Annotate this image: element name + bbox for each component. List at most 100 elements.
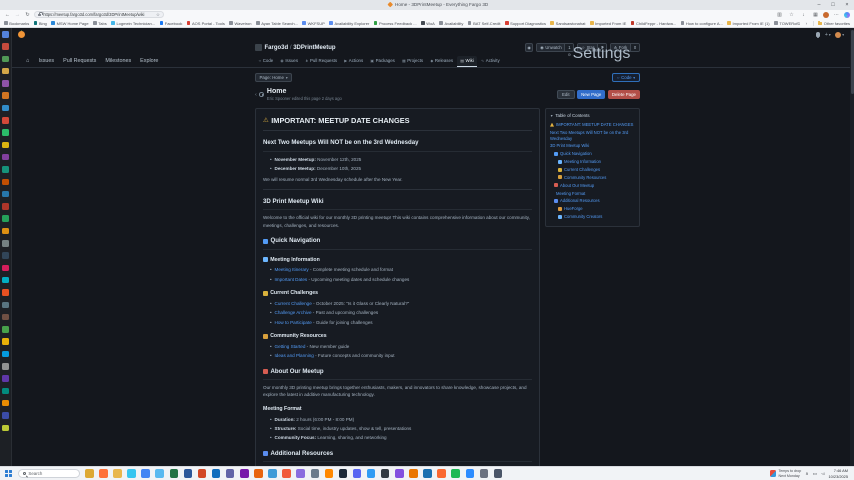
taskbar-app-icon[interactable]: [480, 469, 489, 478]
bookmark-item[interactable]: TOWERofDustFlightd...: [774, 21, 800, 26]
vertical-tab-favicon[interactable]: [2, 400, 9, 407]
taskbar-app-icon[interactable]: [423, 469, 432, 478]
minimize-button[interactable]: –: [812, 0, 826, 10]
toc-link[interactable]: About Our Meetup: [554, 183, 635, 189]
repo-tab[interactable]: Releases: [427, 56, 457, 67]
home-icon[interactable]: ⌂: [26, 58, 30, 64]
tray-volume-icon[interactable]: ◅: [821, 471, 825, 477]
repo-tab[interactable]: Projects: [398, 56, 426, 67]
vertical-tab-favicon[interactable]: [2, 289, 9, 296]
vertical-tab-favicon[interactable]: [2, 179, 9, 186]
toc-link[interactable]: Community Resources: [558, 175, 635, 181]
vertical-tab-favicon[interactable]: [2, 265, 9, 272]
collections-icon[interactable]: ▦: [811, 12, 820, 18]
taskbar-app-icon[interactable]: [85, 469, 94, 478]
toc-link[interactable]: IMPORTANT: MEETUP DATE CHANGES: [550, 122, 635, 128]
toc-link[interactable]: HueForge: [558, 206, 635, 212]
toc-link[interactable]: Additional Resources: [554, 198, 635, 204]
browser-tab[interactable]: Home - 3DPrintMeetup - Everything Fargo …: [388, 2, 488, 7]
bookmark-item[interactable]: Imported From IE: [590, 21, 626, 26]
taskbar-app-icon[interactable]: [254, 469, 263, 478]
user-menu[interactable]: ▾: [835, 32, 844, 38]
repo-tab[interactable]: Pull Requests: [302, 56, 341, 67]
vertical-tab-favicon[interactable]: [2, 351, 9, 358]
scrollbar-thumb[interactable]: [851, 30, 854, 94]
taskbar-app-icon[interactable]: [198, 469, 207, 478]
bookmark-item[interactable]: Logmein Technician...: [111, 21, 155, 26]
forward-button[interactable]: →: [14, 12, 21, 18]
vertical-tab-favicon[interactable]: [2, 68, 9, 75]
vertical-tab-favicon[interactable]: [2, 425, 9, 432]
toc-header[interactable]: ▼Table of Contents: [550, 113, 635, 118]
repo-tab[interactable]: Activity: [477, 56, 503, 67]
start-button[interactable]: [5, 470, 13, 478]
taskbar-app-icon[interactable]: [141, 469, 150, 478]
vertical-tab-favicon[interactable]: [2, 117, 9, 124]
taskbar-app-icon[interactable]: [437, 469, 446, 478]
vertical-tab-favicon[interactable]: [2, 240, 9, 247]
bookmark-item[interactable]: Tabs: [93, 21, 107, 26]
vertical-tab-favicon[interactable]: [2, 375, 9, 382]
vertical-tab-favicon[interactable]: [2, 129, 9, 136]
taskbar-app-icon[interactable]: [494, 469, 503, 478]
bookmark-star-icon[interactable]: ☆: [156, 12, 160, 18]
vertical-tab-favicon[interactable]: [2, 105, 9, 112]
vertical-tab-favicon[interactable]: [2, 302, 9, 309]
repo-tab[interactable]: Packages: [367, 56, 399, 67]
browser-menu-icon[interactable]: ⋯: [832, 12, 841, 18]
maximize-button[interactable]: □: [826, 0, 840, 10]
taskbar-search[interactable]: Search: [18, 469, 80, 479]
close-button[interactable]: ×: [840, 0, 854, 10]
site-nav-link[interactable]: Explore: [140, 58, 158, 64]
wiki-link[interactable]: Meeting Itinerary: [275, 267, 309, 272]
taskbar-app-icon[interactable]: [282, 469, 291, 478]
wiki-link[interactable]: Current Challenge: [275, 301, 312, 306]
vertical-tab-favicon[interactable]: [2, 215, 9, 222]
vertical-tab-favicon[interactable]: [2, 56, 9, 63]
bookmark-item[interactable]: AOS Portal - Tools: [187, 21, 225, 26]
taskbar-app-icon[interactable]: [311, 469, 320, 478]
toc-link[interactable]: Meeting Format: [556, 191, 635, 197]
edit-button[interactable]: Edit: [557, 90, 575, 99]
bookmark-item[interactable]: WoA: [421, 21, 435, 26]
bookmark-item[interactable]: Imported From IE (1): [727, 21, 769, 26]
site-nav-link[interactable]: Issues: [39, 58, 55, 64]
wiki-link[interactable]: How to Participate: [275, 320, 312, 325]
taskbar-app-icon[interactable]: [451, 469, 460, 478]
vertical-tab-favicon[interactable]: [2, 252, 9, 259]
vertical-tab-favicon[interactable]: [2, 154, 9, 161]
toc-link[interactable]: Current Challenges: [558, 167, 635, 173]
vertical-tab-favicon[interactable]: [2, 388, 9, 395]
toc-link[interactable]: Quick Navigation: [554, 151, 635, 157]
new-page-button[interactable]: New Page: [577, 90, 605, 99]
copilot-icon[interactable]: [844, 12, 850, 18]
bookmark-item[interactable]: Bookmarks: [4, 21, 29, 26]
bookmark-item[interactable]: How to configure A...: [681, 21, 723, 26]
tab-settings[interactable]: Settings: [564, 43, 634, 67]
wiki-code-button[interactable]: Code▾: [612, 73, 640, 82]
wiki-link[interactable]: Challenge Archive: [275, 310, 312, 315]
vertical-tab-favicon[interactable]: [2, 363, 9, 370]
bookmark-item[interactable]: ChildFeppr - Hardwa...: [631, 21, 676, 26]
taskbar-app-icon[interactable]: [113, 469, 122, 478]
bookmark-item[interactable]: Availability: [439, 21, 463, 26]
taskbar-app-icon[interactable]: [184, 469, 193, 478]
notifications-bell-icon[interactable]: [816, 32, 820, 36]
repo-name-link[interactable]: 3DPrintMeetup: [293, 45, 335, 51]
vertical-tab-favicon[interactable]: [2, 166, 9, 173]
page-scrollbar[interactable]: [850, 28, 854, 466]
taskbar-app-icon[interactable]: [268, 469, 277, 478]
address-bar[interactable]: https://meetup.fargo3d.com/fargo3d/3DPri…: [34, 11, 164, 18]
repo-tab[interactable]: Issues: [277, 56, 302, 67]
split-screen-icon[interactable]: ▥: [775, 12, 784, 18]
tray-display-icon[interactable]: ▭: [813, 471, 817, 477]
taskbar-app-icon[interactable]: [381, 469, 390, 478]
taskbar-app-icon[interactable]: [127, 469, 136, 478]
rss-feed-button[interactable]: ◉: [525, 43, 534, 52]
favorites-icon[interactable]: ☆: [787, 12, 796, 18]
taskbar-app-icon[interactable]: [155, 469, 164, 478]
repo-tab[interactable]: Actions: [341, 56, 367, 67]
bookmark-item[interactable]: Availability Explorer: [329, 21, 369, 26]
browser-profile-avatar[interactable]: [823, 12, 829, 18]
site-logo-icon[interactable]: [18, 31, 25, 38]
